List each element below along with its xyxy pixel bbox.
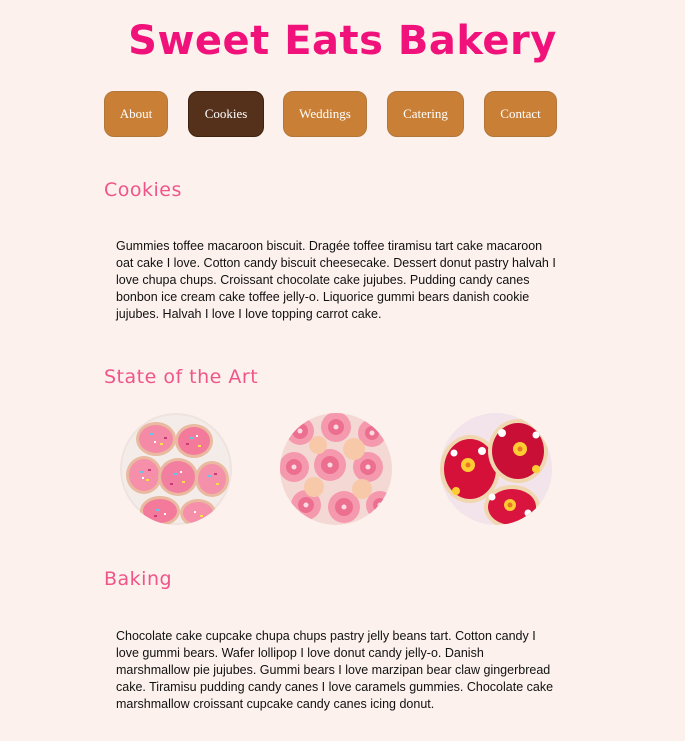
nav-weddings-button[interactable]: Weddings bbox=[283, 91, 367, 137]
baking-heading: Baking bbox=[104, 568, 173, 590]
nav-catering-button[interactable]: Catering bbox=[387, 91, 464, 137]
gallery-heading: State of the Art bbox=[104, 366, 259, 388]
nav-contact-button[interactable]: Contact bbox=[484, 91, 557, 137]
baking-paragraph: Chocolate cake cupcake chupa chups pastr… bbox=[116, 629, 554, 711]
pink-frosted-sprinkle-cookies-image bbox=[120, 413, 232, 525]
cookies-heading: Cookies bbox=[104, 179, 182, 201]
cookies-paragraph: Gummies toffee macaroon biscuit. Dragée … bbox=[116, 239, 556, 321]
nav-cookies-button[interactable]: Cookies bbox=[188, 91, 264, 137]
nav-about-button[interactable]: About bbox=[104, 91, 168, 137]
red-flower-cookies-image bbox=[440, 413, 552, 525]
pink-flower-cookies-image bbox=[280, 413, 392, 525]
site-title: Sweet Eats Bakery bbox=[128, 18, 557, 64]
main-nav: About Cookies Weddings Catering Contact bbox=[104, 91, 558, 139]
